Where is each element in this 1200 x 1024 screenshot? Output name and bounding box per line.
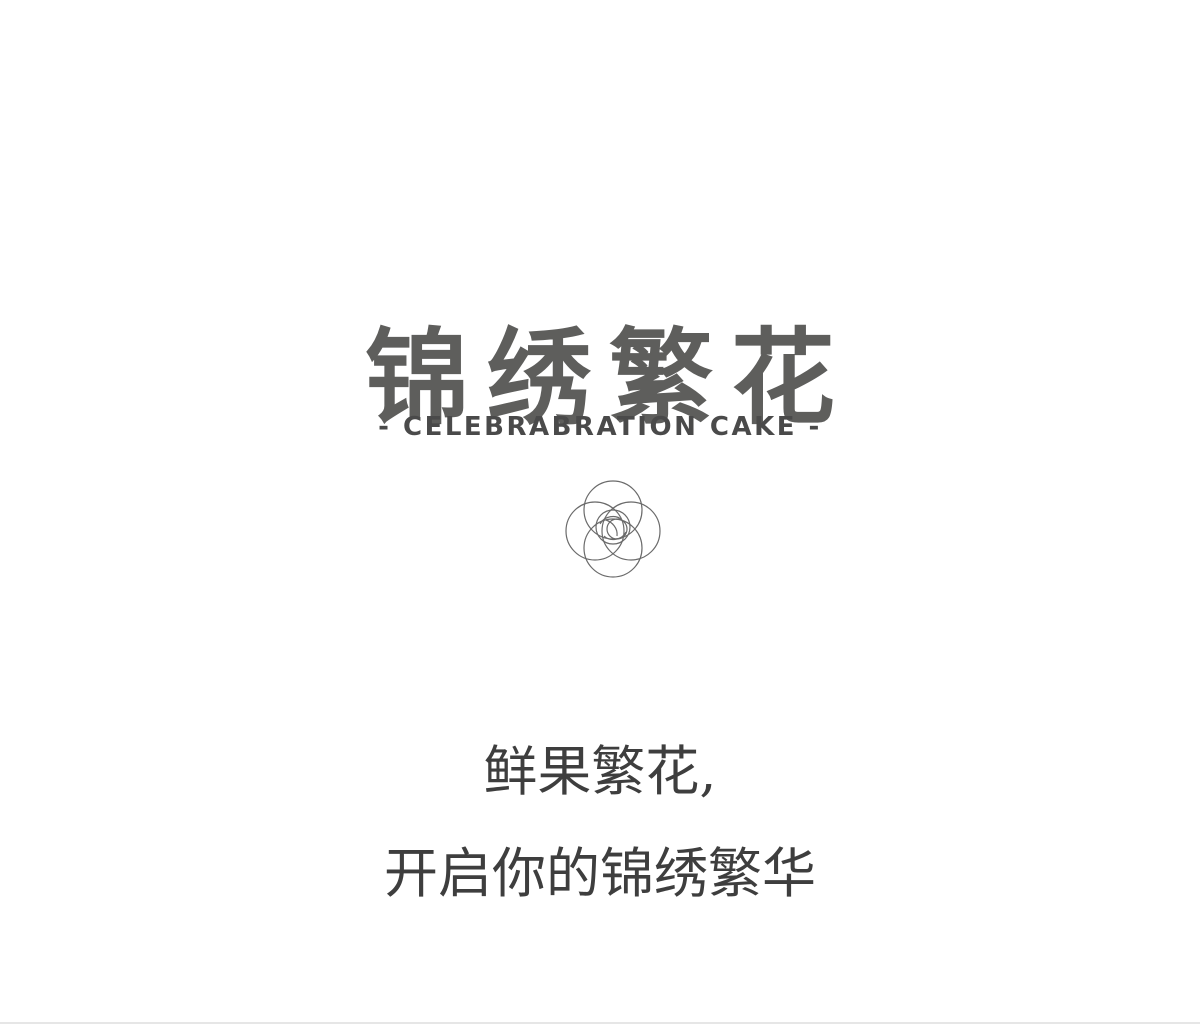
tagline-line-2: 开启你的锦绣繁华 [384, 842, 816, 905]
flower-knot-icon [560, 476, 666, 582]
tagline-line-1: 鲜果繁花, [483, 740, 717, 803]
product-subtitle: - CELEBRABRATION CAKE - [378, 412, 822, 442]
product-detail-panel: 锦绣繁花 - CELEBRABRATION CAKE - 鲜果繁花, 开启你的锦… [0, 0, 1200, 1024]
